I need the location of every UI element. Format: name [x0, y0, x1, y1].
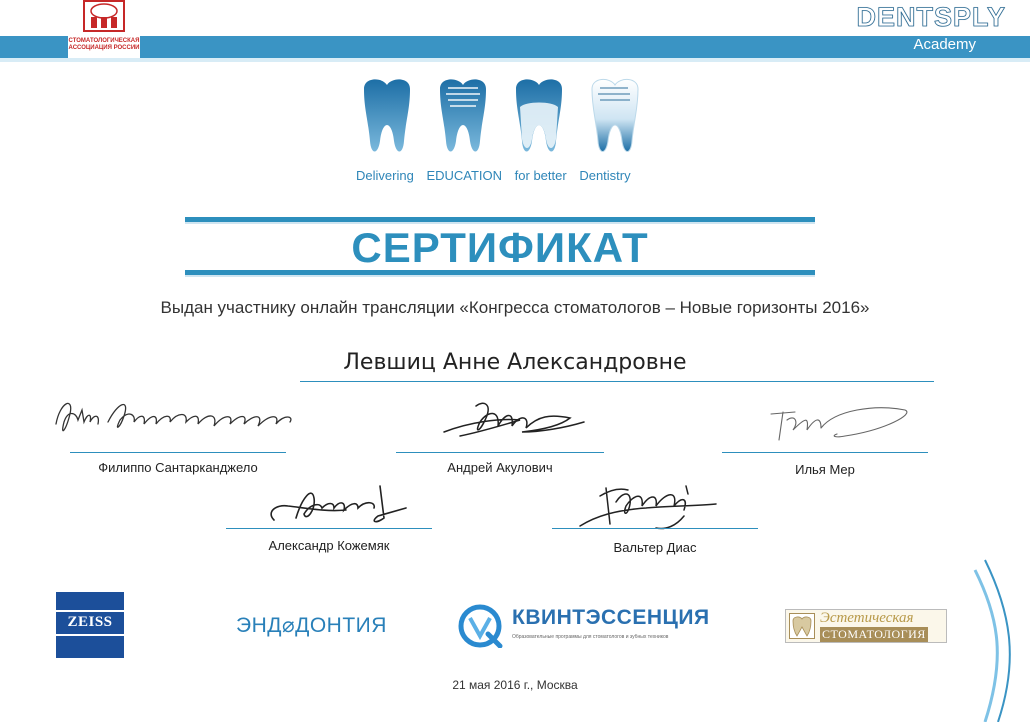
signatory-name-2: Андрей Акулович	[447, 460, 553, 475]
recipient-name: Левшиц Анне Александровне	[343, 350, 687, 375]
slogan-word-dentistry: Dentistry	[579, 168, 631, 183]
zeiss-bar-top	[56, 610, 124, 612]
association-name: СТОМАТОЛОГИЧЕСКАЯ АССОЦИАЦИЯ РОССИИ	[68, 38, 140, 51]
teeth-graphic-icon	[364, 79, 639, 152]
header-band-shade	[0, 58, 1030, 62]
signatory-name-1: Филиппо Сантарканджело	[98, 460, 258, 475]
certificate-page: СТОМАТОЛОГИЧЕСКАЯ АССОЦИАЦИЯ РОССИИ DENT…	[0, 0, 1030, 722]
quintessence-name: КВИНТЭССЕНЦИЯ	[512, 606, 710, 629]
signature-line-1	[70, 452, 286, 453]
issued-text: Выдан участнику онлайн трансляции «Конгр…	[160, 298, 870, 317]
signature-mer	[770, 407, 908, 441]
recipient-underline	[300, 381, 934, 382]
quintessence-subtitle: Образовательные программы для стоматолог…	[512, 634, 669, 640]
zeiss-name: ZEISS	[67, 614, 113, 630]
esthetic-bottom-text: СТОМАТОЛОГИЯ	[820, 627, 928, 642]
zeiss-logo: ZEISS	[56, 592, 124, 658]
association-logo: СТОМАТОЛОГИЧЕСКАЯ АССОЦИАЦИЯ РОССИИ	[68, 0, 140, 58]
endodontia-logo: ЭНД⌀ДОНТИЯ	[236, 614, 387, 637]
association-emblem-icon	[83, 0, 125, 32]
signature-line-5	[552, 528, 758, 529]
slogan-word-education: EDUCATION	[426, 168, 503, 183]
esthetic-mark-icon	[789, 613, 815, 639]
dentsply-academy: Academy	[913, 36, 976, 53]
signatory-name-3: Илья Мер	[795, 462, 855, 477]
certificate-title: СЕРТИФИКАТ	[351, 224, 649, 271]
signatory-name-5: Вальтер Диас	[613, 540, 697, 555]
signature-santarcangelo	[55, 402, 292, 432]
signatory-name-4: Александр Кожемяк	[268, 538, 390, 553]
zeiss-bar-bottom	[56, 634, 124, 636]
signature-line-2	[396, 452, 604, 453]
esthetic-dentistry-logo: Эстетическая СТОМАТОЛОГИЯ	[785, 609, 947, 643]
date-and-place: 21 мая 2016 г., Москва	[452, 678, 578, 692]
signature-kozhemyak	[270, 485, 407, 523]
signature-line-4	[226, 528, 432, 529]
slogan-word-delivering: Delivering	[356, 168, 414, 183]
signature-line-3	[722, 452, 928, 453]
signature-akulovich	[443, 402, 585, 437]
esthetic-top-text: Эстетическая	[820, 610, 914, 626]
dentsply-logo: DENTSPLY Academy	[856, 2, 1006, 54]
slogan-word-for-better: for better	[514, 168, 567, 183]
dentsply-name: DENTSPLY	[856, 2, 1006, 33]
title-rule-bottom-shade	[185, 275, 815, 277]
quintessence-mark-icon	[458, 604, 503, 648]
slogan: Delivering EDUCATION for better Dentistr…	[356, 168, 656, 183]
